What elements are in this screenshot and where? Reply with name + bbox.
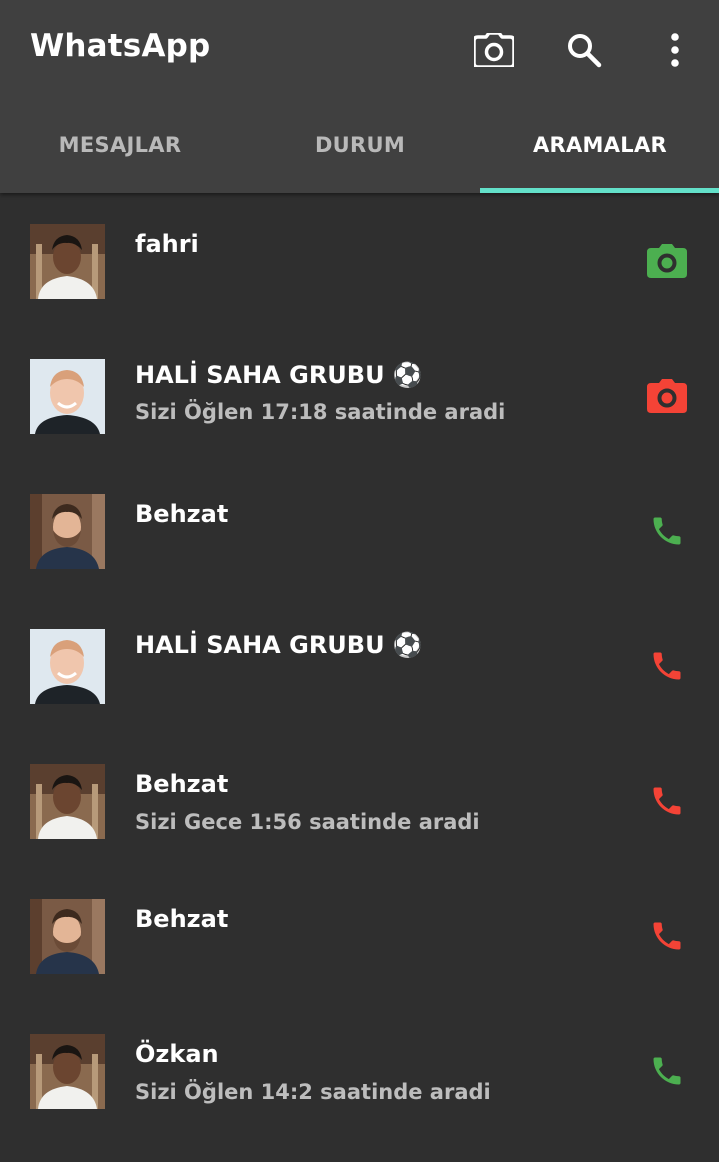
contact-name: HALİ SAHA GRUBU ⚽	[135, 631, 423, 659]
avatar-young-man-image	[30, 1034, 105, 1109]
avatar[interactable]	[30, 899, 105, 974]
call-row[interactable]: HALİ SAHA GRUBU ⚽ Sizi Öğlen 17:18 saati…	[0, 328, 719, 463]
app-title: WhatsApp	[30, 28, 211, 64]
active-tab-indicator	[480, 188, 719, 193]
voice-call-icon[interactable]	[644, 1048, 690, 1094]
search-icon[interactable]	[562, 28, 606, 72]
app-bar: WhatsApp MESAJLAR DURUM ARAMALAR	[0, 0, 719, 193]
contact-name: Behzat	[135, 500, 229, 528]
avatar-bearded-man-image	[30, 494, 105, 569]
voice-call-icon[interactable]	[644, 913, 690, 959]
more-vertical-icon[interactable]	[653, 28, 697, 72]
call-subtitle: Sizi Öğlen 14:2 saatinde aradi	[135, 1080, 491, 1104]
call-row[interactable]: fahri	[0, 193, 719, 328]
avatar[interactable]	[30, 224, 105, 299]
avatar-young-man-image	[30, 764, 105, 839]
call-row[interactable]: Behzat Sizi Gece 1:56 saatinde aradi	[0, 733, 719, 868]
voice-call-icon[interactable]	[644, 778, 690, 824]
avatar-young-man-image	[30, 224, 105, 299]
avatar[interactable]	[30, 764, 105, 839]
tab-mesajlar[interactable]: MESAJLAR	[0, 112, 240, 193]
camera-icon[interactable]	[472, 28, 516, 72]
contact-name: Behzat	[135, 905, 229, 933]
call-subtitle: Sizi Gece 1:56 saatinde aradi	[135, 810, 480, 834]
avatar-bearded-man-image	[30, 899, 105, 974]
contact-name: Özkan	[135, 1040, 219, 1068]
video-call-icon[interactable]	[644, 238, 690, 284]
tab-durum[interactable]: DURUM	[240, 112, 480, 193]
voice-call-icon[interactable]	[644, 508, 690, 554]
call-row[interactable]: HALİ SAHA GRUBU ⚽	[0, 598, 719, 733]
avatar[interactable]	[30, 359, 105, 434]
call-row[interactable]: Behzat	[0, 868, 719, 1003]
tab-aramalar[interactable]: ARAMALAR	[480, 112, 719, 193]
call-row[interactable]: Özkan Sizi Öğlen 14:2 saatinde aradi	[0, 1003, 719, 1138]
avatar[interactable]	[30, 1034, 105, 1109]
contact-name: Behzat	[135, 770, 229, 798]
video-call-icon[interactable]	[644, 373, 690, 419]
call-row[interactable]: Behzat	[0, 463, 719, 598]
voice-call-icon[interactable]	[644, 643, 690, 689]
avatar-bald-man-image	[30, 359, 105, 434]
avatar[interactable]	[30, 494, 105, 569]
contact-name: HALİ SAHA GRUBU ⚽	[135, 361, 423, 389]
avatar-bald-man-image	[30, 629, 105, 704]
call-subtitle: Sizi Öğlen 17:18 saatinde aradi	[135, 400, 506, 424]
avatar[interactable]	[30, 629, 105, 704]
contact-name: fahri	[135, 230, 199, 258]
